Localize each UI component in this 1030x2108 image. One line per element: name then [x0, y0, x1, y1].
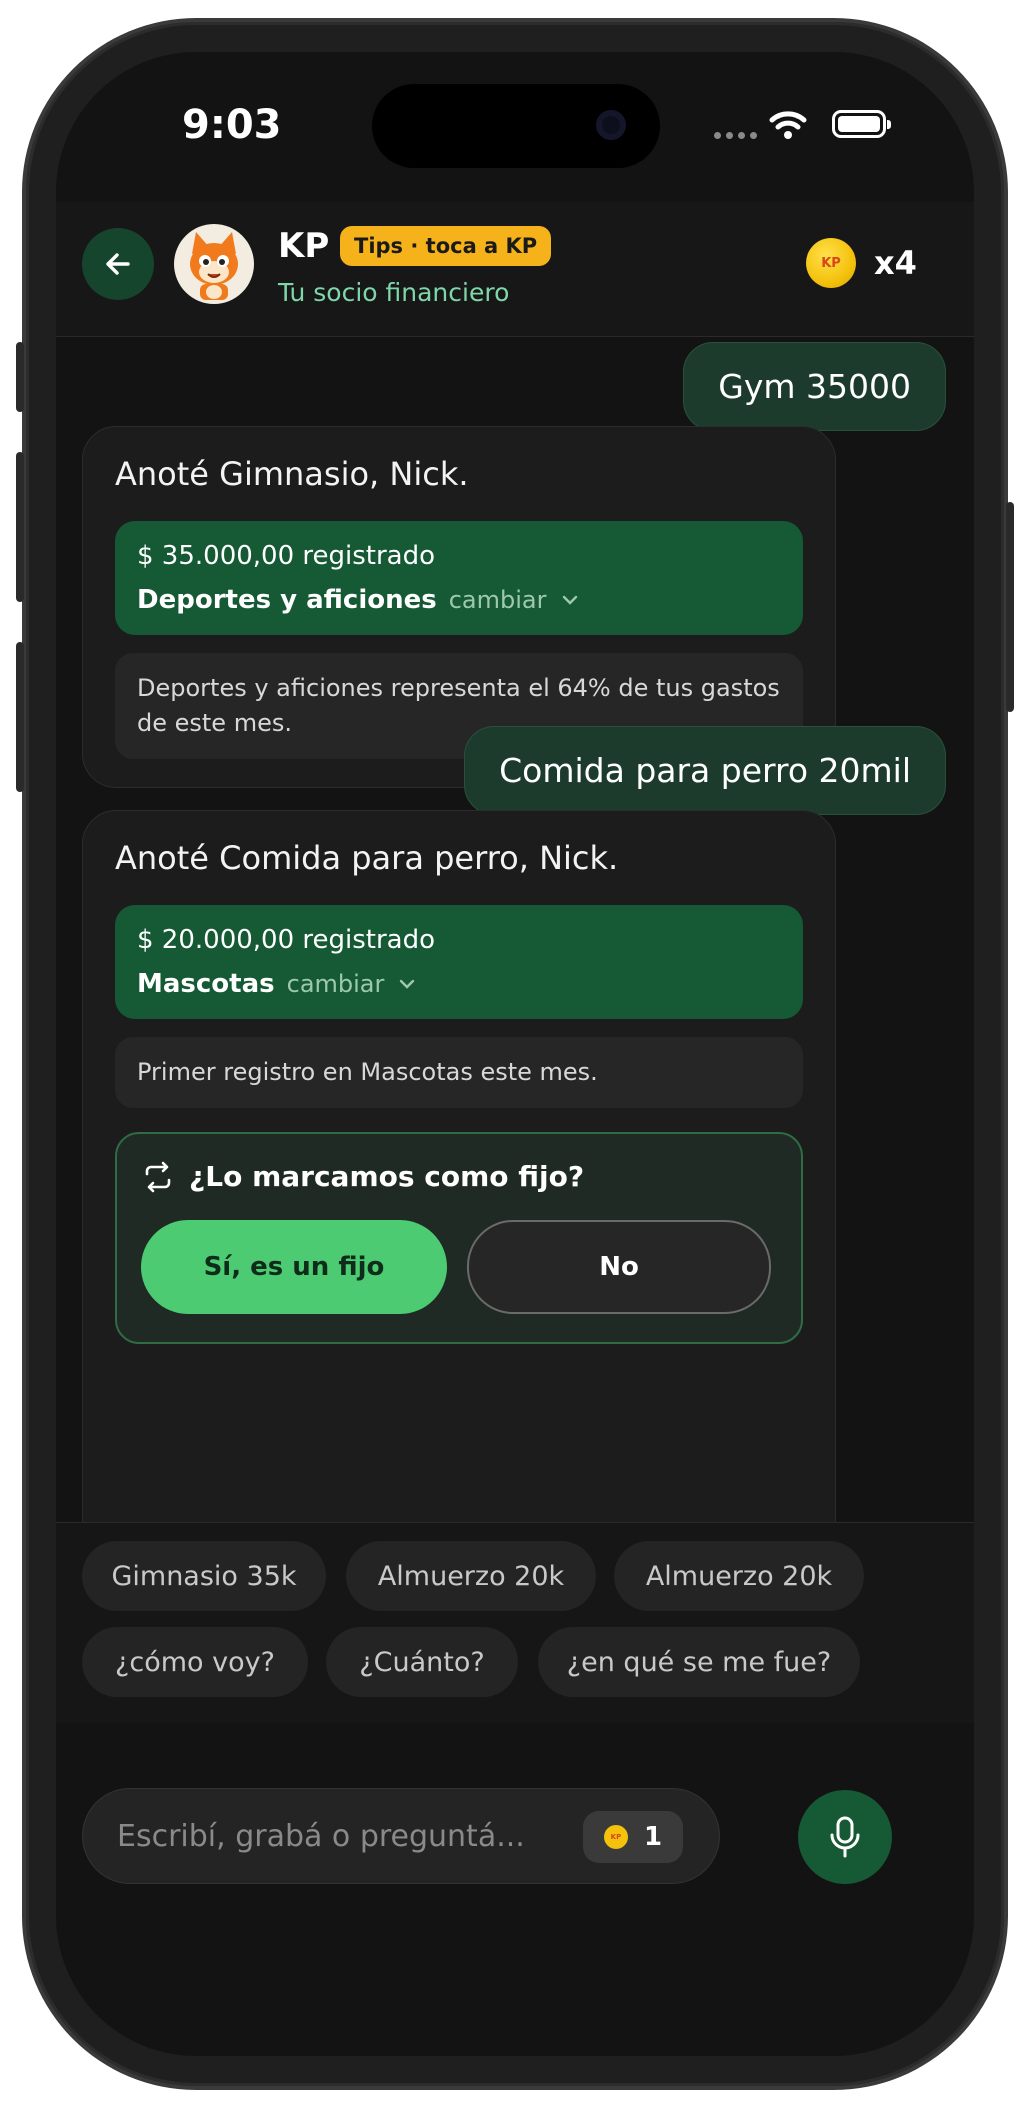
side-button-volume-up — [16, 452, 24, 602]
quick-reply-chip[interactable]: Gimnasio 35k — [82, 1541, 326, 1611]
message-input-placeholder: Escribí, grabá o preguntá... — [117, 1819, 525, 1854]
category-name: Mascotas — [137, 969, 275, 999]
category-row: Deportes y aficiones cambiar — [137, 585, 781, 615]
credit-coin-label: KP — [610, 1833, 622, 1841]
quick-reply-chip[interactable]: Almuerzo 20k — [346, 1541, 596, 1611]
category-row: Mascotas cambiar — [137, 969, 781, 999]
chevron-down-icon[interactable] — [396, 973, 418, 995]
change-category-link[interactable]: cambiar — [287, 970, 385, 998]
back-button[interactable] — [82, 228, 154, 300]
bot-message-title: Anoté Comida para perro, Nick. — [115, 839, 619, 877]
bot-message-title: Anoté Gimnasio, Nick. — [115, 455, 469, 493]
category-name: Deportes y aficiones — [137, 585, 437, 615]
fixed-prompt-question: ¿Lo marcamos como fijo? — [189, 1160, 585, 1194]
coin-multiplier: x4 — [874, 244, 917, 282]
mark-fixed-no-button[interactable]: No — [467, 1219, 771, 1314]
chat-thread[interactable]: Gym 35000 Anoté Gimnasio, Nick. $ 35.000… — [56, 336, 974, 1522]
insight-note: Primer registro en Mascotas este mes. — [115, 1037, 803, 1108]
quick-replies: Gimnasio 35k Almuerzo 20k Almuerzo 20k ¿… — [56, 1522, 974, 1723]
side-button-silent — [16, 342, 24, 412]
microphone-button[interactable] — [798, 1790, 892, 1884]
change-category-link[interactable]: cambiar — [449, 586, 547, 614]
credit-count: 1 — [643, 1822, 663, 1852]
chevron-down-icon[interactable] — [559, 589, 581, 611]
fixed-expense-prompt: ¿Lo marcamos como fijo? Sí, es un fijo N… — [115, 1131, 803, 1344]
quick-reply-chip[interactable]: ¿en qué se me fue? — [538, 1627, 860, 1697]
bot-message: Anoté Comida para perro, Nick. $ 20.000,… — [82, 810, 836, 1522]
mark-fixed-yes-button[interactable]: Sí, es un fijo — [141, 1219, 447, 1314]
signal-icon — [714, 132, 757, 139]
registered-amount: $ 20.000,00 registrado — [137, 925, 436, 955]
battery-icon — [832, 110, 891, 138]
cat-mascot-image — [190, 232, 238, 300]
status-bar: 9:03 — [56, 52, 974, 202]
chat-header: KP Tips · toca a KP Tu socio financiero … — [56, 202, 974, 337]
quick-reply-chip[interactable]: ¿cómo voy? — [82, 1627, 308, 1697]
side-button-power — [1006, 502, 1014, 712]
wifi-icon — [769, 111, 807, 139]
side-button-volume-down — [16, 642, 24, 792]
user-message: Comida para perro 20mil — [464, 726, 946, 815]
coin-icon: KP — [806, 238, 856, 288]
registered-expense: $ 20.000,00 registrado Mascotas cambiar — [115, 905, 803, 1019]
coin-counter[interactable]: KP x4 — [806, 238, 917, 288]
message-input[interactable]: Escribí, grabá o preguntá... KP 1 — [82, 1788, 720, 1884]
quick-reply-chip[interactable]: ¿Cuánto? — [326, 1627, 518, 1697]
user-message: Gym 35000 — [683, 342, 946, 431]
coin-label: KP — [821, 255, 841, 271]
cat-avatar[interactable] — [174, 224, 254, 304]
agent-subtitle: Tu socio financiero — [278, 278, 510, 307]
registered-expense: $ 35.000,00 registrado Deportes y aficio… — [115, 521, 803, 635]
arrow-left-icon — [106, 253, 130, 275]
phone-screen: 9:03 KP Tips · toca a KP Tu socio financ… — [56, 52, 974, 2056]
fixed-prompt-header: ¿Lo marcamos como fijo? — [141, 1160, 777, 1194]
camera-icon — [596, 110, 626, 140]
repeat-icon — [145, 1161, 171, 1193]
fixed-prompt-buttons: Sí, es un fijo No — [141, 1219, 777, 1314]
status-time: 9:03 — [182, 102, 282, 148]
credit-badge[interactable]: KP 1 — [583, 1811, 683, 1863]
dynamic-island — [372, 84, 660, 168]
registered-amount: $ 35.000,00 registrado — [137, 541, 436, 571]
microphone-icon — [830, 1816, 860, 1858]
tips-badge[interactable]: Tips · toca a KP — [340, 226, 552, 266]
agent-name: KP — [278, 226, 330, 266]
coin-icon: KP — [603, 1825, 628, 1849]
quick-reply-chip[interactable]: Almuerzo 20k — [614, 1541, 864, 1611]
